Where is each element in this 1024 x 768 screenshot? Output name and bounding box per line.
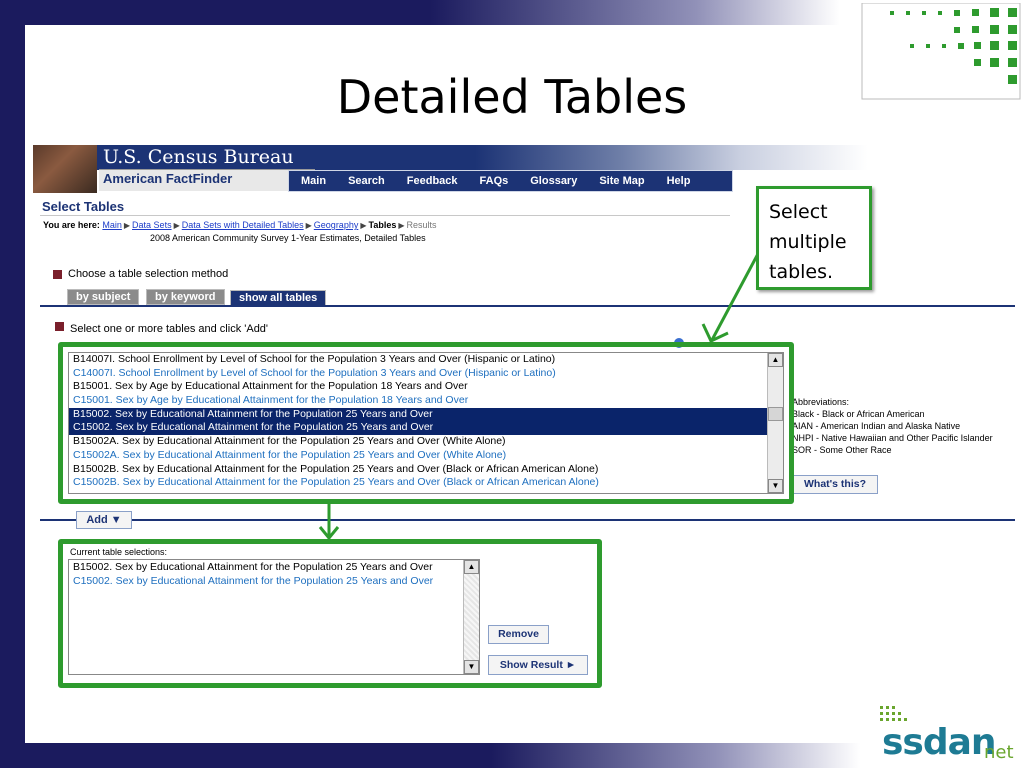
breadcrumb-arrow-icon: ▶ [398, 221, 405, 230]
divider [40, 215, 730, 216]
slide-title: Detailed Tables [336, 70, 688, 124]
tab-by-keyword[interactable]: by keyword [146, 289, 225, 305]
slide-bottom-bar [0, 743, 1024, 768]
nav-main[interactable]: Main [301, 175, 326, 187]
census-nav-bar: Main Search Feedback FAQs Glossary Site … [288, 170, 733, 192]
breadcrumb-arrow-icon: ▶ [123, 221, 131, 230]
callout-line: multiple [769, 231, 847, 253]
breadcrumb-label: You are here: [43, 220, 100, 230]
breadcrumb-arrow-icon: ▶ [173, 221, 180, 230]
bullet-icon [55, 322, 64, 331]
breadcrumb-data-sets[interactable]: Data Sets [132, 220, 172, 230]
breadcrumb: You are here: Main ▶ Data Sets ▶ Data Sets w… [43, 220, 437, 230]
add-button[interactable]: Add ▼ [76, 511, 132, 529]
nav-search[interactable]: Search [348, 175, 385, 187]
breadcrumb-arrow-icon: ▶ [360, 221, 367, 230]
tab-by-subject[interactable]: by subject [67, 289, 140, 305]
bullet-icon [53, 270, 62, 279]
select-prompt: Select one or more tables and click 'Add… [70, 323, 269, 335]
section-divider [40, 305, 1015, 307]
breadcrumb-detailed-tables[interactable]: Data Sets with Detailed Tables [182, 220, 304, 230]
abbreviations-title: Abbreviations: [792, 397, 850, 407]
breadcrumb-arrow-icon: ▶ [305, 221, 312, 230]
nav-feedback[interactable]: Feedback [407, 175, 458, 187]
nav-site-map[interactable]: Site Map [599, 175, 644, 187]
breadcrumb-main[interactable]: Main [102, 220, 122, 230]
callout-line: Select [769, 201, 828, 223]
highlight-frame [58, 342, 794, 504]
logo-suffix: net [984, 742, 1014, 763]
abbreviation-line: Black - Black or African American [792, 409, 925, 419]
nav-faqs[interactable]: FAQs [480, 175, 509, 187]
nav-help[interactable]: Help [667, 175, 691, 187]
abbreviation-line: NHPI - Native Hawaiian and Other Pacific… [792, 433, 993, 443]
page-title: Select Tables [42, 199, 125, 214]
choose-method-label: Choose a table selection method [68, 268, 229, 280]
abbreviations: Abbreviations: Black - Black or African … [792, 396, 993, 456]
survey-name: 2008 American Community Survey 1-Year Es… [150, 233, 426, 243]
callout-box: Select multiple tables. [756, 186, 872, 290]
abbreviation-line: SOR - Some Other Race [792, 445, 892, 455]
breadcrumb-geography[interactable]: Geography [314, 220, 359, 230]
logo-text: ssdan [882, 722, 997, 763]
factfinder-name[interactable]: American FactFinder [103, 171, 232, 186]
census-bureau-name: U.S. Census Bureau [103, 146, 294, 168]
breadcrumb-current: Tables [368, 220, 397, 230]
nav-glossary[interactable]: Glossary [530, 175, 577, 187]
breadcrumb-next: Results [406, 220, 437, 230]
whats-this-button[interactable]: What's this? [792, 475, 878, 494]
abbreviation-line: AIAN - American Indian and Alaska Native [792, 421, 961, 431]
header-photo [33, 145, 97, 193]
ssdan-logo: ssdan net [872, 702, 1024, 768]
section-divider [40, 519, 1015, 521]
callout-line: tables. [769, 261, 834, 283]
highlight-frame [58, 539, 602, 688]
